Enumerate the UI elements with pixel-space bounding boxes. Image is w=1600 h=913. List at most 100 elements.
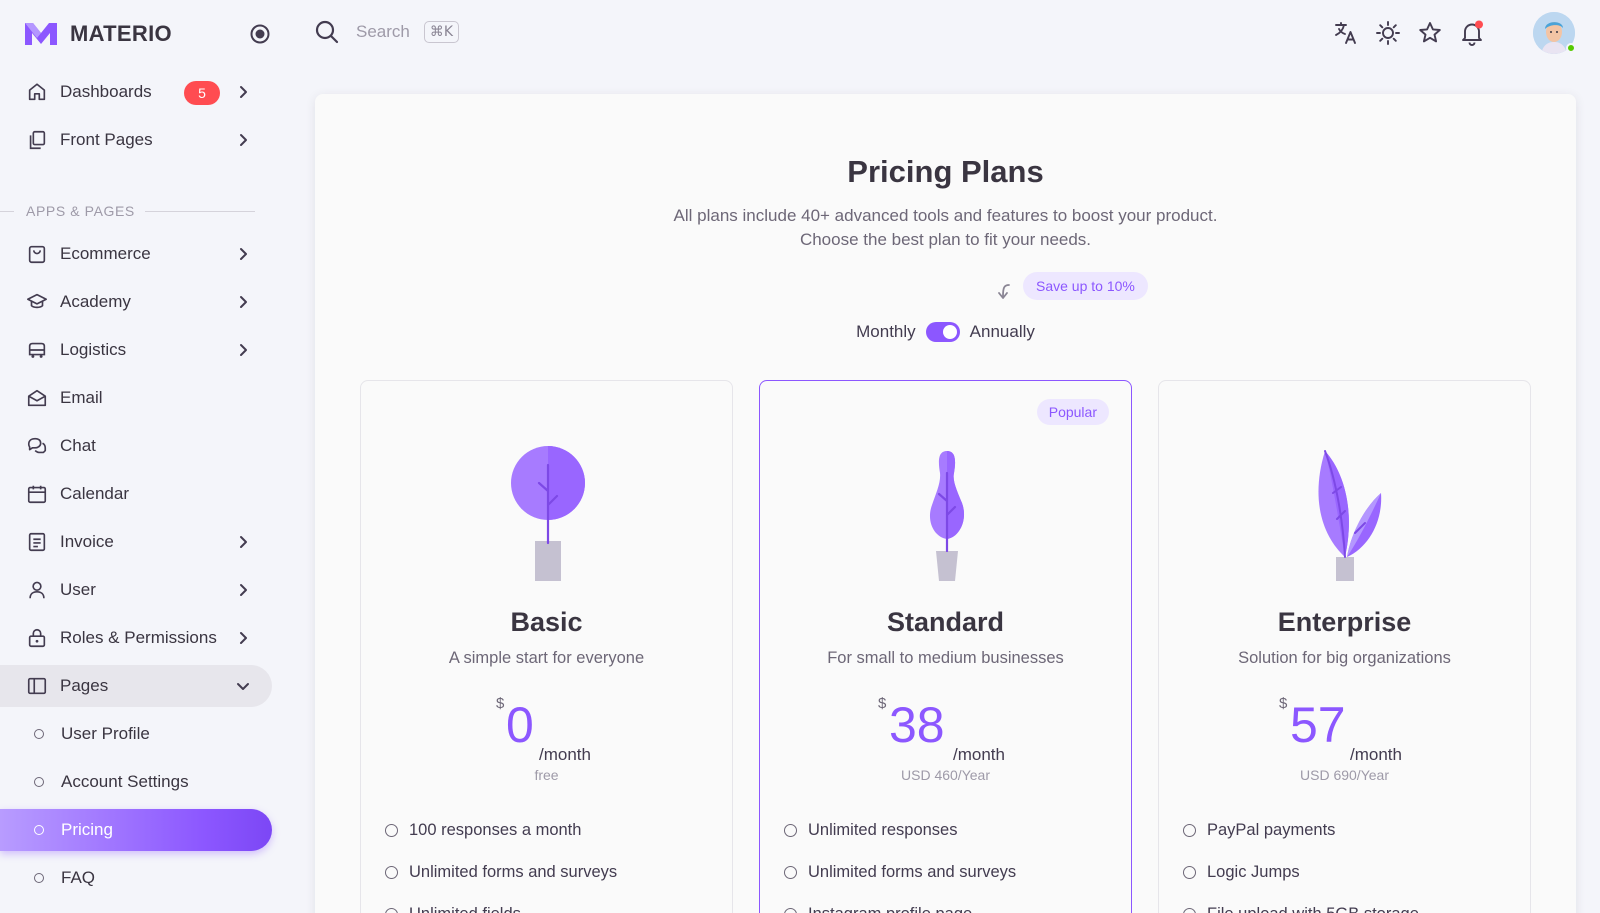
sidebar-item-ecommerce[interactable]: Ecommerce [0,233,272,275]
brand-name: MATERIO [70,21,172,46]
plan-name: Standard [886,607,1005,637]
price-period: /month [539,745,591,764]
feature-text: Instagram profile page [808,905,972,913]
translate-icon[interactable] [1333,20,1359,46]
subtitle-line: All plans include 40+ advanced tools and… [673,206,1218,225]
sidebar-subitem-faq[interactable]: FAQ [0,857,272,899]
circle-bullet-icon [1183,823,1196,837]
plan-description: For small to medium businesses [827,649,1064,667]
layout-icon [27,677,47,695]
price-amount: 38 [889,697,945,753]
chevron-right-icon [240,296,247,308]
plan-feature: Unlimited forms and surveys [385,851,705,893]
home-icon [28,83,46,101]
invoice-icon [28,532,46,552]
circle-bullet-icon [784,907,797,913]
divider [0,210,14,212]
plan-feature: PayPal payments [1183,809,1503,851]
price-currency: $ [878,695,887,712]
chevron-right-icon [240,344,247,356]
circle-bullet-icon [34,777,44,787]
truck-icon [28,342,46,358]
feature-text: File upload with 5GB storage [1207,905,1419,913]
sidebar-item-label: Email [60,388,103,407]
plan-feature: Instagram profile page [784,893,1104,913]
bell-icon[interactable] [1459,20,1485,46]
notification-count-badge: 5 [184,81,220,105]
plan-name: Enterprise [1277,607,1412,637]
sidebar-item-dashboards[interactable]: Dashboards 5 [0,71,272,113]
plan-yearly-price: USD 460/Year [901,767,990,783]
collapse-sidebar-icon[interactable] [249,23,271,45]
curved-arrow-icon [998,284,1010,299]
sidebar-item-label: Chat [60,436,96,455]
sidebar-item-label: Dashboards [60,82,152,101]
copy-icon [29,130,46,150]
feature-text: Logic Jumps [1207,862,1300,881]
chevron-right-icon [240,536,247,548]
sidebar-subitem-user-profile[interactable]: User Profile [0,713,272,755]
plan-description: A simple start for everyone [448,649,645,667]
sidebar-subitem-label: User Profile [61,724,150,743]
chat-icon [27,437,47,454]
search-shortcut: ⌘K [423,21,460,43]
billing-period-toggle[interactable] [925,322,960,342]
price-period: /month [1350,745,1402,764]
save-discount-chip: Save up to 10% [1023,272,1148,300]
section-label-apps-pages: APPS & PAGES [0,200,272,222]
divider [144,210,255,212]
circle-bullet-icon [34,825,44,835]
plan-feature: Unlimited forms and surveys [784,851,1104,893]
plan-feature-list: 100 responses a month Unlimited forms an… [385,809,705,913]
sidebar-item-chat[interactable]: Chat [0,425,272,467]
search-placeholder: Search [356,22,410,41]
price-amount: 57 [1290,697,1346,753]
circle-bullet-icon [1183,907,1196,913]
sidebar-subitem-pricing[interactable]: Pricing [0,809,272,851]
billing-monthly-label[interactable]: Monthly [856,322,916,342]
plan-yearly-price: USD 690/Year [1300,767,1389,783]
search-icon [315,20,339,44]
billing-annually-label[interactable]: Annually [970,322,1035,342]
chevron-right-icon [240,86,247,98]
plant-leaves-illustration [1317,450,1381,581]
chevron-right-icon [240,632,247,644]
plan-feature-list: PayPal payments Logic Jumps File upload … [1183,809,1503,913]
sidebar-item-email[interactable]: Email [0,377,272,419]
sidebar-item-pages[interactable]: Pages [0,665,272,707]
sidebar-item-label: Front Pages [60,130,153,149]
sidebar-item-calendar[interactable]: Calendar [0,473,272,515]
sun-icon[interactable] [1375,20,1401,46]
sidebar-item-label: Roles & Permissions [60,628,217,647]
brand[interactable]: MATERIO [24,16,172,52]
calendar-icon [27,485,47,504]
star-icon[interactable] [1417,20,1443,46]
sidebar-subitem-account-settings[interactable]: Account Settings [0,761,272,803]
circle-bullet-icon [385,865,398,879]
chevron-right-icon [240,248,247,260]
sidebar-item-invoice[interactable]: Invoice [0,521,272,563]
circle-bullet-icon [34,873,44,883]
sidebar-item-label: Academy [60,292,131,311]
circle-bullet-icon [784,865,797,879]
feature-text: PayPal payments [1207,820,1336,839]
toggle-knob [942,325,957,339]
sidebar-subitem-label: Pricing [61,820,113,839]
online-status-indicator [1566,43,1576,53]
feature-text: Unlimited forms and surveys [409,862,618,881]
sidebar-item-front-pages[interactable]: Front Pages [0,119,272,161]
circle-bullet-icon [385,907,398,913]
sidebar-item-logistics[interactable]: Logistics [0,329,272,371]
search-trigger[interactable]: Search ⌘K [314,19,460,45]
circle-bullet-icon [1183,865,1196,879]
price-period: /month [953,745,1005,764]
feature-text: Unlimited fields [409,905,521,913]
user-avatar[interactable] [1533,12,1576,54]
price-currency: $ [1279,695,1288,712]
plant-tree-illustration [510,446,585,581]
mail-icon [27,389,47,407]
sidebar-item-user[interactable]: User [0,569,272,611]
sidebar-item-roles-permissions[interactable]: Roles & Permissions [0,617,272,659]
sidebar-item-academy[interactable]: Academy [0,281,272,323]
lock-icon [28,628,46,648]
